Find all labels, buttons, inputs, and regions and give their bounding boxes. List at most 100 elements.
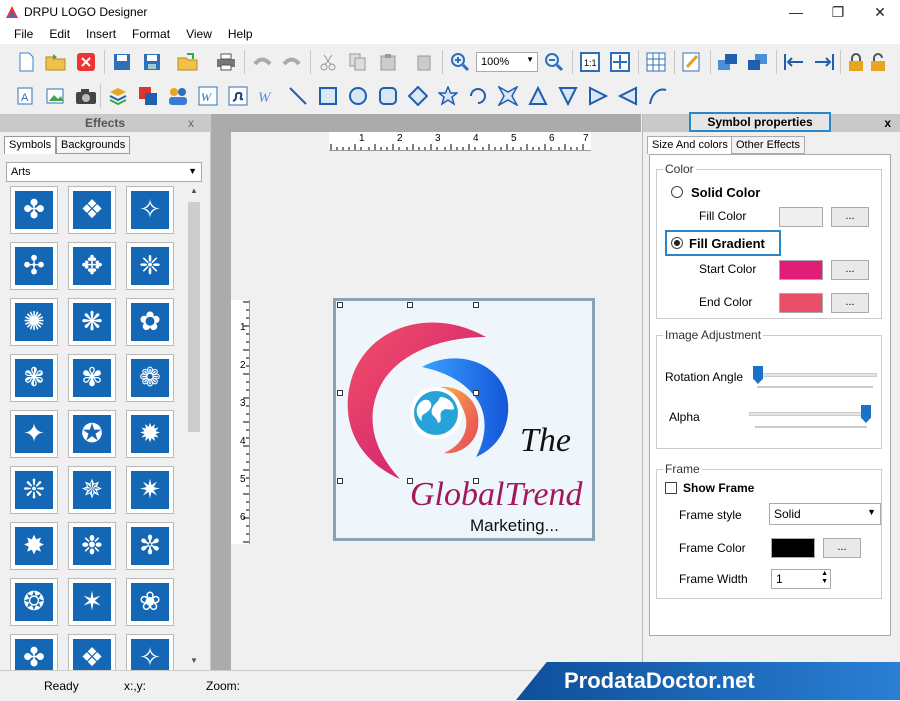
symbol-thumbnail[interactable]: ✥ [68, 242, 116, 290]
edit-properties-icon[interactable] [680, 50, 704, 74]
show-frame-checkbox[interactable] [665, 482, 677, 494]
zoom-out-icon[interactable] [542, 50, 566, 74]
align-left-icon[interactable] [782, 50, 806, 74]
camera-icon[interactable] [74, 84, 98, 108]
symbol-thumbnail[interactable]: ❃ [10, 354, 58, 402]
insert-image-icon[interactable] [44, 84, 68, 108]
tab-size-and-colors[interactable]: Size And colors [647, 136, 733, 154]
minimize-button[interactable]: — [776, 0, 816, 24]
actual-size-icon[interactable]: 1:1 [578, 50, 602, 74]
symbol-thumbnail[interactable]: ❋ [68, 298, 116, 346]
diamond-tool-icon[interactable] [406, 84, 430, 108]
print-icon[interactable] [214, 50, 238, 74]
symbol-thumbnail[interactable]: ❈ [126, 242, 174, 290]
menu-format[interactable]: Format [124, 24, 178, 41]
selection-handle[interactable] [473, 478, 479, 484]
word-art-icon[interactable]: W [196, 84, 220, 108]
triangle-left-tool-icon[interactable] [616, 84, 640, 108]
symbol-thumbnail[interactable]: ✷ [126, 466, 174, 514]
symbol-thumbnail[interactable]: ✵ [68, 466, 116, 514]
tab-symbols[interactable]: Symbols [4, 136, 57, 154]
end-color-picker-button[interactable]: ... [831, 293, 869, 313]
design-page[interactable]: 1 2 3 4 5 6 7 1 2 3 4 5 6 The GlobalTren… [231, 132, 641, 670]
open-folder-icon[interactable] [44, 50, 68, 74]
fit-to-window-icon[interactable] [608, 50, 632, 74]
tab-other-effects[interactable]: Other Effects [731, 136, 805, 154]
grid-icon[interactable] [644, 50, 668, 74]
menu-insert[interactable]: Insert [78, 24, 124, 41]
logo-canvas[interactable]: The GlobalTrend Marketing... [333, 298, 595, 541]
maximize-button[interactable]: ❐ [818, 0, 858, 24]
star-tool-icon[interactable] [436, 84, 460, 108]
selection-handle[interactable] [407, 302, 413, 308]
symbol-thumbnail[interactable]: ✧ [126, 186, 174, 234]
fill-color-swatch[interactable] [779, 207, 823, 227]
symbol-thumbnail[interactable]: ❀ [126, 578, 174, 626]
logo-text-brand[interactable]: GlobalTrend [410, 476, 584, 513]
lock-icon[interactable] [844, 50, 868, 74]
symbol-thumbnail[interactable]: ✤ [10, 186, 58, 234]
curve-tool-icon[interactable] [646, 84, 670, 108]
bring-forward-icon[interactable] [716, 50, 740, 74]
rounded-rect-tool-icon[interactable] [376, 84, 400, 108]
layers-icon[interactable] [106, 84, 130, 108]
menu-edit[interactable]: Edit [41, 24, 78, 41]
rectangle-tool-icon[interactable] [316, 84, 340, 108]
delete-icon[interactable] [412, 50, 436, 74]
triangle-tool-icon[interactable] [526, 84, 550, 108]
line-tool-icon[interactable] [286, 84, 310, 108]
symbol-thumbnail[interactable]: ❁ [126, 354, 174, 402]
new-file-icon[interactable] [14, 50, 38, 74]
start-color-swatch[interactable] [779, 260, 823, 280]
text-tool-icon[interactable]: A [14, 84, 38, 108]
cut-icon[interactable] [316, 50, 340, 74]
unlock-icon[interactable] [866, 50, 890, 74]
symbol-thumbnail[interactable]: ✿ [126, 298, 174, 346]
align-right-icon[interactable] [812, 50, 836, 74]
symbol-thumbnail[interactable]: ✦ [10, 410, 58, 458]
undo-icon[interactable] [250, 50, 274, 74]
rotation-angle-slider[interactable] [755, 373, 877, 377]
copy-icon[interactable] [346, 50, 370, 74]
close-button[interactable]: ✕ [860, 0, 900, 24]
close-file-icon[interactable] [74, 50, 98, 74]
fill-color-picker-button[interactable]: ... [831, 207, 869, 227]
alpha-slider[interactable] [749, 412, 869, 416]
symbol-thumbnail[interactable]: ✼ [126, 522, 174, 570]
alpha-thumb[interactable] [861, 405, 871, 423]
symbol-thumbnail[interactable]: ✺ [10, 298, 58, 346]
save-as-icon[interactable] [140, 50, 164, 74]
save-icon[interactable] [110, 50, 134, 74]
stepper-arrows-icon[interactable]: ▲ ▼ [821, 570, 828, 586]
redo-icon[interactable] [280, 50, 304, 74]
shapes-library-icon[interactable] [136, 84, 160, 108]
selection-handle[interactable] [337, 478, 343, 484]
menu-help[interactable]: Help [220, 24, 261, 41]
paste-icon[interactable] [376, 50, 400, 74]
start-color-picker-button[interactable]: ... [831, 260, 869, 280]
export-icon[interactable] [176, 50, 200, 74]
symbol-thumbnail[interactable]: ✧ [126, 634, 174, 670]
send-backward-icon[interactable] [746, 50, 770, 74]
ellipse-tool-icon[interactable] [346, 84, 370, 108]
symbol-scrollbar[interactable]: ▲ ▼ [186, 186, 202, 670]
symbol-thumbnail[interactable]: ✪ [68, 410, 116, 458]
triangle-down-tool-icon[interactable] [556, 84, 580, 108]
scroll-down-icon[interactable]: ▼ [186, 656, 202, 670]
zoom-select[interactable]: 100% ▼ [476, 52, 538, 72]
symbol-thumbnail[interactable]: ❖ [68, 186, 116, 234]
zoom-in-icon[interactable] [448, 50, 472, 74]
logo-text-the[interactable]: The [520, 422, 571, 459]
frame-width-stepper[interactable]: 1 ▲ ▼ [771, 569, 831, 589]
menu-file[interactable]: File [6, 24, 41, 41]
symbol-thumbnail[interactable]: ❂ [10, 578, 58, 626]
frame-color-picker-button[interactable]: ... [823, 538, 861, 558]
triangle-right-tool-icon[interactable] [586, 84, 610, 108]
symbol-thumbnail[interactable]: ❉ [68, 522, 116, 570]
symbol-thumbnail[interactable]: ✤ [10, 634, 58, 670]
end-color-swatch[interactable] [779, 293, 823, 313]
frame-style-select[interactable]: Solid ▼ [769, 503, 881, 525]
symbol-thumbnail[interactable]: ✸ [10, 522, 58, 570]
users-icon[interactable] [166, 84, 190, 108]
signature-icon[interactable] [226, 84, 250, 108]
